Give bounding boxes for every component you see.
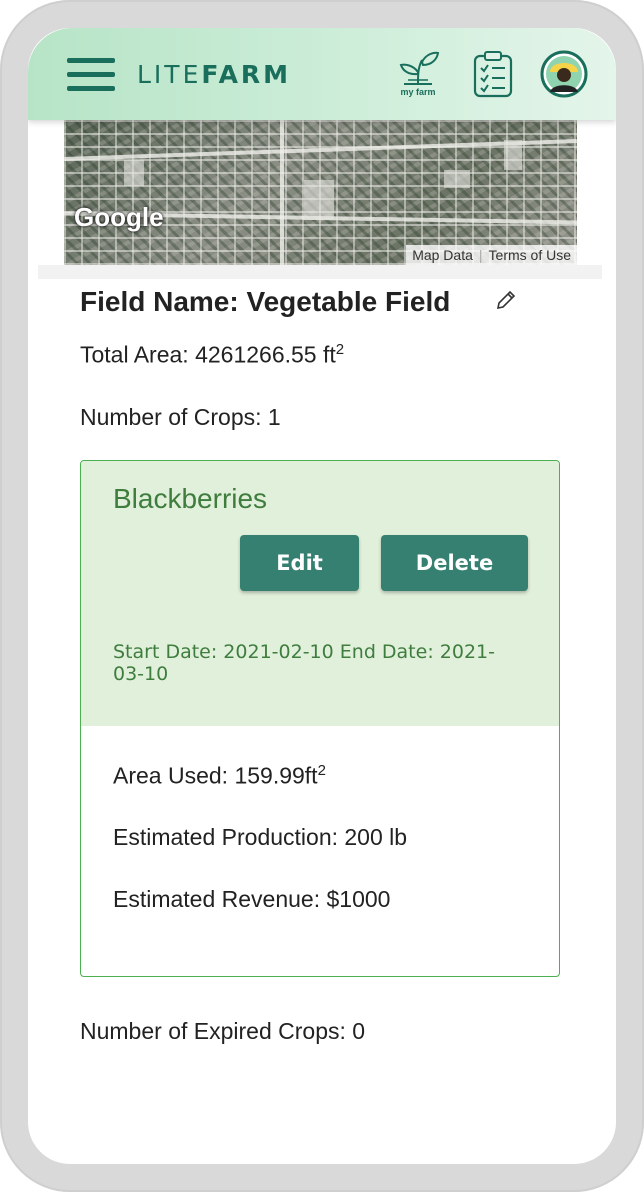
- delete-crop-button[interactable]: Delete: [381, 535, 528, 591]
- map-data-link[interactable]: Map Data: [412, 247, 473, 263]
- google-logo: Google: [74, 202, 164, 232]
- clipboard-checklist-icon: [473, 51, 513, 98]
- total-area-value: Total Area: 4261266.55 ft: [80, 341, 336, 368]
- area-used-unit-exponent: 2: [317, 762, 326, 779]
- crop-dates: Start Date: 2021-02-10 End Date: 2021- 0…: [81, 621, 559, 726]
- brand-logo-bold: FARM: [201, 60, 292, 89]
- number-of-crops: Number of Crops: 1: [80, 404, 281, 430]
- area-used-value: Area Used: 159.99ft: [113, 762, 318, 789]
- crop-name: Blackberries: [113, 483, 268, 514]
- terms-of-use-link[interactable]: Terms of Use: [489, 247, 571, 263]
- total-area: Total Area: 4261266.55 ft2: [80, 341, 344, 369]
- pencil-icon[interactable]: [494, 288, 518, 312]
- field-title: Field Name: Vegetable Field: [80, 286, 451, 317]
- satellite-map[interactable]: Google Map Data | Terms of Use: [64, 120, 577, 265]
- map-attribution: Map Data | Terms of Use: [406, 245, 577, 265]
- area-used: Area Used: 159.99ft2: [113, 762, 326, 790]
- my-farm-button[interactable]: my farm: [396, 50, 440, 100]
- tasks-button[interactable]: [472, 50, 514, 100]
- estimated-production: Estimated Production: 200 lb: [113, 824, 408, 850]
- brand-logo[interactable]: LITEFARM: [137, 60, 291, 89]
- my-farm-label: my farm: [400, 87, 436, 97]
- number-of-expired-crops: Number of Expired Crops: 0: [80, 1018, 366, 1044]
- hamburger-menu-icon[interactable]: [67, 56, 115, 94]
- crop-dates-line-2: 03-10: [113, 663, 169, 685]
- device: LITEFARM my farm Google Map Data | Terms…: [0, 0, 644, 1192]
- estimated-revenue: Estimated Revenue: $1000: [113, 886, 391, 912]
- total-area-unit-exponent: 2: [335, 341, 345, 358]
- crop-card-header: Blackberries Edit Delete: [81, 461, 559, 622]
- brand-logo-light: LITE: [137, 60, 202, 89]
- crop-dates-line-1: Start Date: 2021-02-10 End Date: 2021-: [113, 641, 495, 663]
- avatar-icon: [540, 50, 588, 98]
- profile-button[interactable]: [540, 50, 588, 98]
- app-screen: LITEFARM my farm Google Map Data | Terms…: [28, 28, 616, 1164]
- map-divider: [38, 265, 602, 279]
- sprout-icon: [399, 51, 440, 85]
- top-nav-bar: LITEFARM my farm: [28, 28, 616, 120]
- edit-crop-button[interactable]: Edit: [240, 535, 359, 591]
- crop-card: Blackberries Edit Delete Start Date: 202…: [80, 460, 560, 977]
